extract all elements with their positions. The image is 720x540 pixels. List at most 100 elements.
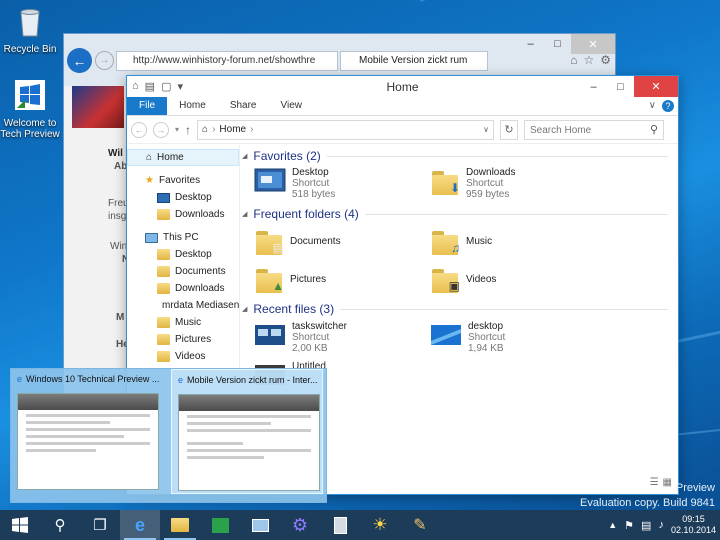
taskbar-paint[interactable]: ✎: [400, 510, 440, 540]
back-button[interactable]: ←: [131, 121, 147, 138]
taskbar-store[interactable]: [200, 510, 240, 540]
group-header-frequent[interactable]: ◢ Frequent folders (4): [242, 205, 678, 223]
home-icon[interactable]: ⌂: [570, 53, 577, 67]
tiles-view-icon[interactable]: ▦: [663, 477, 672, 488]
taskbar-remote[interactable]: [240, 510, 280, 540]
search-input[interactable]: Search Home ⚲: [524, 119, 665, 140]
desktop-icon-welcome[interactable]: Welcome to Tech Preview: [0, 78, 60, 140]
thumbnail-title: Mobile Version zickt rum - Inter...: [187, 375, 318, 385]
folder-icon: [171, 518, 189, 532]
breadcrumb-item[interactable]: Home: [219, 124, 246, 135]
minimize-button[interactable]: –: [580, 76, 607, 97]
thumbnail-windows10[interactable]: e Windows 10 Technical Preview ...: [11, 369, 163, 494]
tab-title: Mobile Version zickt rum: [359, 55, 468, 66]
maximize-button[interactable]: □: [544, 34, 571, 54]
chevron-right-icon[interactable]: ›: [250, 124, 253, 135]
chevron-right-icon[interactable]: ›: [212, 124, 215, 135]
start-button[interactable]: [0, 510, 40, 540]
recent-file-taskswitcher[interactable]: taskswitcher Shortcut 2,00 KB: [254, 321, 347, 354]
videos-folder-icon: ▣: [430, 265, 460, 293]
nav-item-this-pc[interactable]: This PC: [127, 229, 239, 246]
breadcrumb[interactable]: ⌂ › Home › ∨: [197, 119, 495, 140]
taskbar-explorer[interactable]: [160, 510, 200, 540]
chevron-down-icon[interactable]: ▾: [177, 80, 183, 93]
tab-file[interactable]: File: [127, 97, 168, 115]
folder-icon: [157, 351, 170, 362]
frequent-folder-pictures[interactable]: ▲ Pictures: [254, 265, 326, 293]
tab-share[interactable]: Share: [218, 97, 269, 115]
minimize-button[interactable]: –: [517, 34, 544, 54]
favorites-star-icon[interactable]: ☆: [583, 53, 594, 67]
frequent-folder-documents[interactable]: ▤ Documents: [254, 227, 341, 255]
nav-item-desktop[interactable]: Desktop: [127, 189, 239, 206]
nav-item-pc-downloads[interactable]: Downloads: [127, 280, 239, 297]
thumbnail-mobile-version[interactable]: e Mobile Version zickt rum - Inter...: [171, 369, 323, 494]
nav-item-home[interactable]: ⌂ Home: [127, 149, 239, 166]
favorite-item-downloads[interactable]: ⬇ Downloads Shortcut 959 bytes: [430, 167, 515, 200]
address-bar[interactable]: http://www.winhistory-forum.net/showthre: [116, 51, 338, 71]
group-header-favorites[interactable]: ◢ Favorites (2): [242, 147, 678, 165]
gear-icon[interactable]: ⚙: [600, 53, 611, 67]
nav-item-downloads[interactable]: Downloads: [127, 206, 239, 223]
clock-time: 09:15: [682, 514, 705, 524]
taskbar-settings[interactable]: ⚙: [280, 510, 320, 540]
close-button[interactable]: ✕: [571, 34, 615, 54]
clock[interactable]: 09:15 02.10.2014: [671, 514, 716, 536]
frequent-folder-videos[interactable]: ▣ Videos: [430, 265, 496, 293]
network-icon[interactable]: ▤: [641, 519, 651, 532]
chevron-down-icon[interactable]: ▾: [175, 125, 179, 134]
maximize-button[interactable]: □: [607, 76, 634, 97]
frequent-folder-music[interactable]: ♫ Music: [430, 227, 492, 255]
taskbar-ie[interactable]: e: [120, 510, 160, 540]
collapse-caret-icon[interactable]: ◢: [242, 152, 247, 160]
volume-icon[interactable]: ♪: [658, 519, 664, 531]
new-folder-icon[interactable]: ▢: [161, 80, 171, 93]
action-center-icon[interactable]: ⚑: [624, 519, 634, 532]
desktop-icon-recycle-bin[interactable]: Recycle Bin: [0, 4, 60, 55]
close-button[interactable]: ✕: [634, 76, 678, 97]
favorite-item-desktop[interactable]: Desktop Shortcut 518 bytes: [254, 167, 335, 200]
star-icon: ★: [145, 175, 154, 186]
nav-item-music[interactable]: Music: [127, 314, 239, 331]
collapse-caret-icon[interactable]: ◢: [242, 305, 247, 313]
explorer-titlebar[interactable]: ⌂ ▤ ▢ ▾ Home – □ ✕: [127, 76, 678, 97]
taskbar-calculator[interactable]: [320, 510, 360, 540]
search-button[interactable]: ⚲: [40, 510, 80, 540]
thumbnail-title: Windows 10 Technical Preview ...: [26, 374, 160, 384]
forward-button[interactable]: →: [153, 121, 169, 138]
group-header-recent[interactable]: ◢ Recent files (3): [242, 300, 678, 318]
nav-item-pc-desktop[interactable]: Desktop: [127, 246, 239, 263]
nav-item-mrdata[interactable]: mrdata Mediasen: [127, 297, 239, 314]
nav-item-videos[interactable]: Videos: [127, 348, 239, 365]
details-view-icon[interactable]: ☰: [650, 477, 659, 488]
nav-item-favorites[interactable]: ★ Favorites: [127, 172, 239, 189]
nav-label: Home: [157, 152, 184, 163]
tab-view[interactable]: View: [269, 97, 315, 115]
windows-logo-icon: [12, 517, 28, 533]
ie-tab[interactable]: Mobile Version zickt rum: [340, 51, 488, 71]
recent-file-desktop[interactable]: desktop Shortcut 1,94 KB: [430, 321, 505, 354]
chevron-up-icon[interactable]: ▲: [608, 520, 617, 530]
refresh-button[interactable]: ↻: [500, 119, 519, 140]
chevron-down-icon[interactable]: ∨: [483, 125, 489, 134]
item-type: Shortcut: [292, 178, 330, 189]
nav-item-pictures[interactable]: Pictures: [127, 331, 239, 348]
navigation-bar: ← → ▾ ↑ ⌂ › Home › ∨ ↻ Search Home ⚲: [127, 116, 678, 144]
taskbar-weather[interactable]: ☀: [360, 510, 400, 540]
thumbnail-image: [178, 394, 320, 491]
chevron-down-icon[interactable]: ∨: [649, 100, 656, 112]
taskswitcher-shortcut-icon: [255, 325, 285, 345]
search-icon[interactable]: ⚲: [650, 123, 658, 136]
nav-item-documents[interactable]: Documents: [127, 263, 239, 280]
collapse-caret-icon[interactable]: ◢: [242, 210, 247, 218]
back-button[interactable]: ←: [67, 48, 92, 73]
help-icon[interactable]: ?: [662, 100, 674, 112]
sun-icon: ☀: [372, 515, 388, 534]
up-arrow-icon[interactable]: ↑: [185, 123, 191, 137]
properties-icon[interactable]: ▤: [145, 80, 155, 93]
forward-button[interactable]: →: [95, 51, 114, 70]
item-name: Music: [466, 235, 493, 247]
tab-home[interactable]: Home: [167, 97, 218, 115]
task-view-button[interactable]: ❐: [80, 510, 120, 540]
ie-page-content: Wil Ab Freu insge Win N M Her: [64, 86, 133, 402]
